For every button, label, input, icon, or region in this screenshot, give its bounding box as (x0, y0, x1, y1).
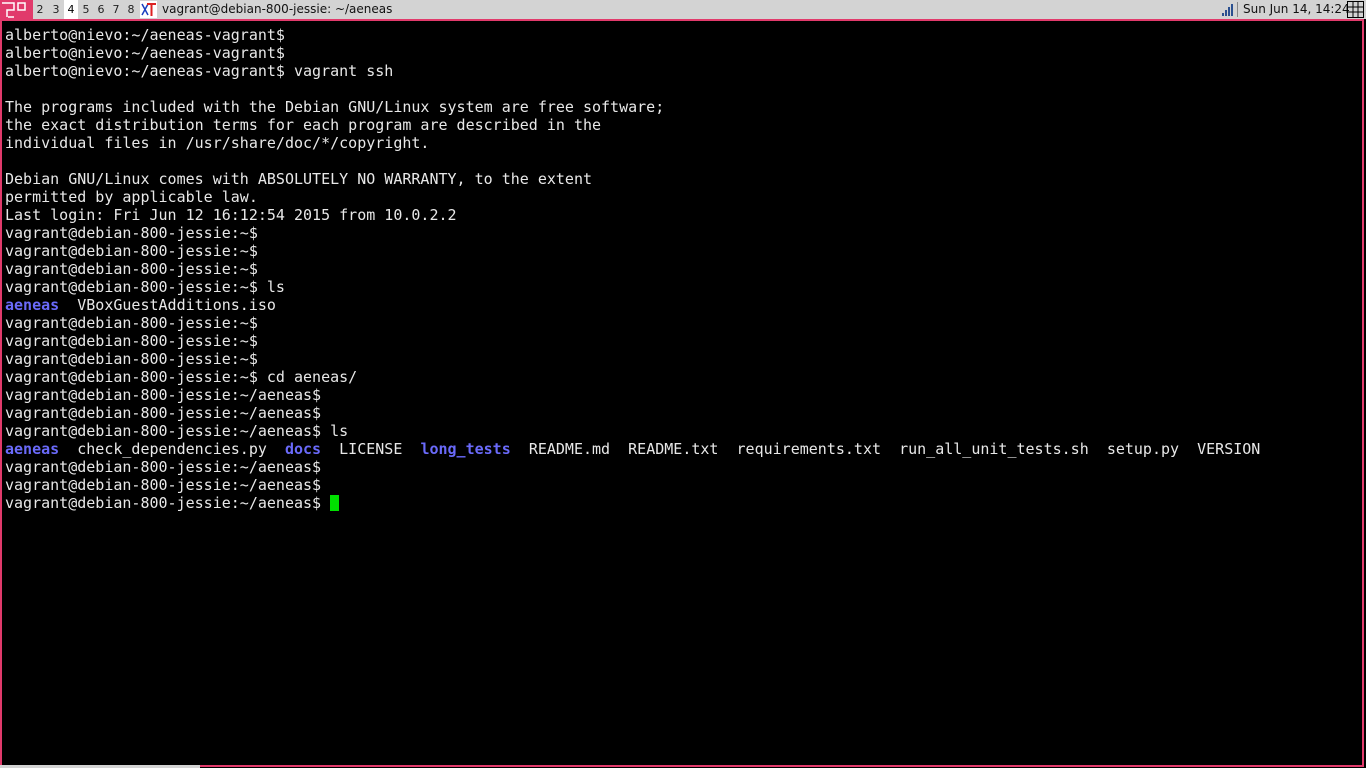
workspace-4[interactable]: 4 (64, 0, 78, 19)
ls-directory-entry: long_tests (420, 440, 511, 458)
terminal-line: Last login: Fri Jun 12 16:12:54 2015 fro… (5, 206, 457, 224)
terminal-line: vagrant@debian-800-jessie:~$ cd aeneas/ (5, 368, 358, 386)
ls-file-entry: README.txt (628, 440, 719, 458)
prompt: vagrant@debian-800-jessie:~/aeneas$ (5, 494, 331, 512)
terminal-window[interactable]: alberto@nievo:~/aeneas-vagrant$ alberto@n… (0, 19, 1364, 767)
system-tray: Sun Jun 14, 14:24 (1219, 0, 1366, 19)
window-title: vagrant@debian-800-jessie: ~/aeneas (162, 2, 393, 16)
tray-separator (1237, 2, 1238, 17)
ls-file-entry: run_all_unit_tests.sh (899, 440, 1089, 458)
ls-file-entry: README.md (528, 440, 611, 458)
network-signal-icon[interactable] (1221, 2, 1235, 17)
ls-directory-entry: docs (284, 440, 322, 458)
terminal-line: vagrant@debian-800-jessie:~/aeneas$ (5, 386, 322, 404)
clock[interactable]: Sun Jun 14, 14:24 (1243, 0, 1350, 19)
terminal-line: the exact distribution terms for each pr… (5, 116, 602, 134)
workspace-7[interactable]: 7 (109, 0, 123, 19)
terminal-line: vagrant@debian-800-jessie:~$ (5, 350, 258, 368)
terminal-line: alberto@nievo:~/aeneas-vagrant$ vagrant … (5, 62, 394, 80)
ls-directory-entry: aeneas (5, 440, 60, 458)
terminal-line: Debian GNU/Linux comes with ABSOLUTELY N… (5, 170, 592, 188)
ls-file-entry: LICENSE (339, 440, 403, 458)
ls-file-entry: requirements.txt (736, 440, 882, 458)
workspace-3[interactable]: 3 (49, 0, 63, 19)
terminal-line: permitted by applicable law. (5, 188, 258, 206)
terminal-line: vagrant@debian-800-jessie:~/aeneas$ ls (5, 422, 349, 440)
xterm-icon (140, 1, 157, 18)
active-prompt-line[interactable]: vagrant@debian-800-jessie:~/aeneas$ (5, 494, 1260, 512)
terminal-line: alberto@nievo:~/aeneas-vagrant$ (5, 44, 285, 62)
terminal-output: alberto@nievo:~/aeneas-vagrant$ alberto@n… (5, 26, 1260, 512)
workspace-grid-icon[interactable] (1347, 1, 1364, 18)
workspace-2[interactable]: 2 (33, 0, 47, 19)
terminal-line: individual files in /usr/share/doc/*/cop… (5, 134, 430, 152)
workspace-5[interactable]: 5 (79, 0, 93, 19)
ls-file-entry: VERSION (1197, 440, 1261, 458)
terminal-line: alberto@nievo:~/aeneas-vagrant$ (5, 26, 285, 44)
terminal-line: vagrant@debian-800-jessie:~$ (5, 260, 258, 278)
ls-directory-entry: aeneas (5, 296, 60, 314)
terminal-line: vagrant@debian-800-jessie:~$ (5, 242, 258, 260)
tiling-layout-icon[interactable] (0, 0, 33, 19)
top-panel: 2345678 vagrant@debian-800-jessie: ~/aen… (0, 0, 1366, 19)
terminal-line: vagrant@debian-800-jessie:~$ ls (5, 278, 285, 296)
ls-file-entry: check_dependencies.py (77, 440, 267, 458)
workspace-8[interactable]: 8 (124, 0, 138, 19)
terminal-line: The programs included with the Debian GN… (5, 98, 665, 116)
terminal-cursor (330, 495, 340, 511)
terminal-line: vagrant@debian-800-jessie:~$ (5, 332, 258, 350)
terminal-line: vagrant@debian-800-jessie:~$ (5, 224, 258, 242)
ls-file-entry: setup.py (1106, 440, 1180, 458)
terminal-line: vagrant@debian-800-jessie:~/aeneas$ (5, 476, 322, 494)
ls-output-line: aeneas check_dependencies.py docs LICENS… (5, 440, 1260, 458)
terminal-line: vagrant@debian-800-jessie:~/aeneas$ (5, 458, 322, 476)
terminal-line: vagrant@debian-800-jessie:~$ (5, 314, 258, 332)
terminal-line: vagrant@debian-800-jessie:~/aeneas$ (5, 404, 322, 422)
ls-file-entry: VBoxGuestAdditions.iso (77, 296, 276, 314)
ls-output-line: aeneas VBoxGuestAdditions.iso (5, 296, 1260, 314)
workspace-6[interactable]: 6 (94, 0, 108, 19)
